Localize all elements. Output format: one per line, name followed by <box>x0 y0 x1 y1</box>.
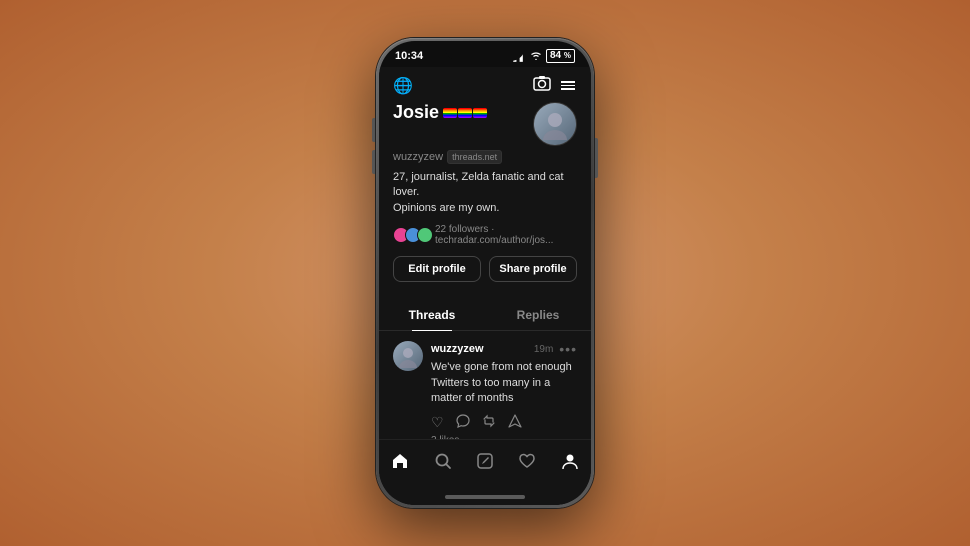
username-badge: threads.net <box>447 150 502 164</box>
post-header: wuzzyzew 19m ••• <box>431 341 577 357</box>
nav-search[interactable] <box>426 448 460 479</box>
volume-down-button <box>372 150 375 174</box>
home-indicator <box>445 495 525 499</box>
menu-icon[interactable] <box>561 81 577 90</box>
content-tabs: Threads Replies <box>379 300 591 331</box>
followers-row[interactable]: 22 followers · techradar.com/author/jos.… <box>393 224 577 246</box>
like-button[interactable]: ♡ <box>431 414 444 431</box>
profile-actions: Edit profile Share profile <box>393 256 577 282</box>
flag-1 <box>443 108 457 118</box>
battery-percent: % <box>564 51 571 60</box>
profile-header: Josie <box>393 102 577 146</box>
avatar-image <box>534 103 576 145</box>
tab-replies[interactable]: Replies <box>485 300 591 330</box>
threads-feed: wuzzyzew 19m ••• We've gone from not eno… <box>379 331 591 439</box>
wifi-icon <box>530 51 542 62</box>
app-top-bar: 🌐 <box>379 67 591 102</box>
top-right-actions <box>533 75 577 96</box>
menu-line3 <box>561 88 575 90</box>
power-button <box>595 138 598 178</box>
username-row: wuzzyzew threads.net <box>393 150 577 164</box>
bio-text: 27, journalist, Zelda fanatic and cat lo… <box>393 170 577 216</box>
follower-avatars <box>393 227 429 243</box>
profile-name-row: Josie <box>393 102 487 123</box>
bottom-nav <box>379 439 591 491</box>
share-button[interactable] <box>508 414 522 431</box>
more-icon[interactable]: ••• <box>559 341 577 357</box>
post-username[interactable]: wuzzyzew <box>431 343 484 355</box>
profile-name-area: Josie <box>393 102 487 123</box>
username-text: wuzzyzew <box>393 151 443 163</box>
bio-line1: 27, journalist, Zelda fanatic and cat lo… <box>393 171 564 198</box>
phone-frame: 10:34 ▌▌ 84 % 🌐 <box>376 38 594 508</box>
post-avatar[interactable] <box>393 341 423 371</box>
share-profile-button[interactable]: Share profile <box>489 256 577 282</box>
follower-avatar-3 <box>417 227 433 243</box>
tab-threads[interactable]: Threads <box>379 300 485 330</box>
replies-tab-label: Replies <box>517 308 560 322</box>
followers-count: 22 followers <box>435 224 488 235</box>
display-name: Josie <box>393 102 439 123</box>
edit-profile-button[interactable]: Edit profile <box>393 256 481 282</box>
nav-compose[interactable] <box>468 448 502 479</box>
profile-avatar[interactable] <box>533 102 577 146</box>
threads-tab-label: Threads <box>409 308 456 322</box>
post-text: We've gone from not enough Twitters to t… <box>431 360 577 406</box>
followers-link: techradar.com/author/jos... <box>435 235 553 246</box>
profile-section: Josie <box>379 102 591 300</box>
post-meta: 19m ••• <box>534 341 577 357</box>
globe-icon[interactable]: 🌐 <box>393 76 413 96</box>
comment-button[interactable] <box>456 414 470 431</box>
post-time: 19m <box>534 344 553 355</box>
repost-button[interactable] <box>482 414 496 431</box>
followers-text: 22 followers · techradar.com/author/jos.… <box>435 224 577 246</box>
app-screen: 🌐 <box>379 67 591 505</box>
flag-2 <box>458 108 472 118</box>
menu-line1 <box>561 81 575 83</box>
notch <box>445 41 525 61</box>
rainbow-flags <box>443 108 487 118</box>
post-actions: ♡ <box>431 414 577 431</box>
battery-level: 84 <box>550 50 561 61</box>
phone-screen: 10:34 ▌▌ 84 % 🌐 <box>379 41 591 505</box>
volume-up-button <box>372 118 375 142</box>
nav-favorites[interactable] <box>510 448 544 479</box>
post-item: wuzzyzew 19m ••• We've gone from not eno… <box>379 331 591 439</box>
flag-3 <box>473 108 487 118</box>
menu-line2 <box>561 85 575 87</box>
nav-home[interactable] <box>383 448 417 479</box>
post-content: wuzzyzew 19m ••• We've gone from not eno… <box>431 341 577 439</box>
camera-icon[interactable] <box>533 75 551 96</box>
nav-profile[interactable] <box>553 448 587 479</box>
battery-icon: 84 % <box>546 49 575 63</box>
time-display: 10:34 <box>395 50 423 62</box>
bio-line2: Opinions are my own. <box>393 202 499 214</box>
home-indicator-area <box>379 491 591 505</box>
